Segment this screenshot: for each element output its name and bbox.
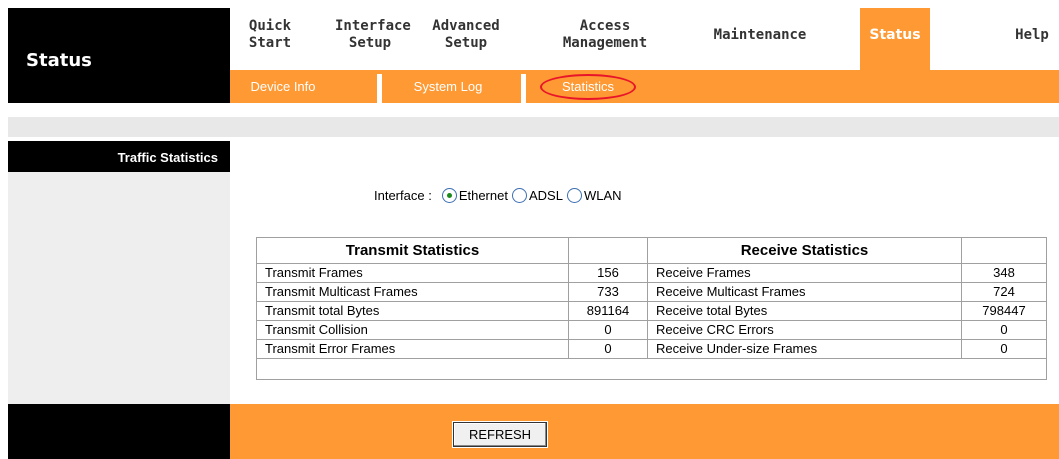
radio-wlan-label[interactable]: WLAN [584, 188, 622, 203]
tx-value: 733 [569, 283, 648, 301]
nav-status[interactable]: Status [860, 8, 930, 70]
subnav-device-info[interactable]: Device Info [238, 70, 328, 103]
nav-advanced-setup[interactable]: Advanced Setup [425, 8, 507, 70]
table-row: Transmit Multicast Frames 733 Receive Mu… [257, 283, 1046, 302]
rx-value: 348 [993, 265, 1015, 280]
interface-selector: Interface : Ethernet ADSL WLAN [374, 188, 622, 203]
statistics-table: Transmit Statistics Receive Statistics T… [256, 237, 1047, 380]
radio-wlan[interactable] [566, 188, 582, 203]
nav-interface-setup[interactable]: Interface Setup [335, 8, 411, 70]
table-row: Transmit Frames 156 Receive Frames 348 [257, 264, 1046, 283]
nav-advanced-setup-label: Advanced Setup [432, 18, 500, 51]
tx-value: 0 [569, 321, 648, 339]
sidebar-header: Traffic Statistics [8, 141, 230, 172]
tx-label: Transmit Multicast Frames [257, 283, 569, 301]
subnav-statistics-label: Statistics [561, 79, 614, 94]
header-brand-block: Status [8, 8, 230, 103]
subnav-system-log[interactable]: System Log [398, 70, 498, 103]
tx-label: Transmit Frames [257, 264, 569, 282]
tx-label: Transmit Collision [257, 321, 569, 339]
footer-bar [230, 404, 1059, 459]
rx-value: 798447 [982, 303, 1026, 318]
tx-label: Transmit Error Frames [257, 340, 569, 358]
table-header-row: Transmit Statistics Receive Statistics [257, 238, 1046, 264]
nav-maintenance[interactable]: Maintenance [700, 8, 820, 70]
rx-label: Receive CRC Errors [648, 321, 962, 339]
main-nav: Quick Start Interface Setup Advanced Set… [230, 8, 1059, 70]
tx-value: 0 [569, 340, 648, 358]
receive-header: Receive Statistics [648, 238, 962, 263]
subnav-divider [377, 74, 382, 103]
radio-ethernet-label[interactable]: Ethernet [459, 188, 508, 203]
rx-label: Receive Under-size Frames [648, 340, 962, 358]
transmit-value-header [569, 238, 648, 263]
nav-maintenance-label: Maintenance [713, 27, 807, 43]
page-title: Status [26, 50, 92, 71]
receive-value-header [962, 238, 1046, 263]
nav-help-label: Help [1015, 27, 1049, 43]
rx-label: Receive total Bytes [648, 302, 962, 320]
subnav-device-info-label: Device Info [250, 79, 316, 94]
nav-quick-start-label: Quick Start [248, 18, 292, 51]
subnav-system-log-label: System Log [413, 79, 483, 94]
radio-adsl-label[interactable]: ADSL [529, 188, 563, 203]
sidebar-panel [8, 172, 230, 404]
nav-access-management-label: Access Management [562, 18, 648, 51]
interface-label: Interface : [374, 188, 432, 203]
table-row: Transmit total Bytes 891164 Receive tota… [257, 302, 1046, 321]
nav-access-management[interactable]: Access Management [550, 8, 660, 70]
subnav-divider [521, 74, 526, 103]
rx-value: 724 [993, 284, 1015, 299]
tx-value: 891164 [569, 302, 648, 320]
rx-value: 0 [1000, 322, 1008, 337]
radio-adsl[interactable] [511, 188, 527, 203]
table-row: Transmit Error Frames 0 Receive Under-si… [257, 340, 1046, 359]
rx-label: Receive Frames [648, 264, 962, 282]
table-row: Transmit Collision 0 Receive CRC Errors … [257, 321, 1046, 340]
tx-label: Transmit total Bytes [257, 302, 569, 320]
nav-status-label: Status [869, 27, 921, 43]
rx-label: Receive Multicast Frames [648, 283, 962, 301]
nav-help[interactable]: Help [1005, 8, 1059, 70]
sub-nav: Device Info System Log Statistics [230, 70, 1059, 103]
footer-left-block [8, 404, 230, 459]
subnav-statistics[interactable]: Statistics [540, 74, 636, 100]
divider-band [8, 117, 1059, 137]
tx-value: 156 [569, 264, 648, 282]
refresh-button[interactable]: REFRESH [452, 421, 548, 448]
section-label: Traffic Statistics [117, 150, 218, 165]
rx-value: 0 [1000, 341, 1008, 356]
radio-ethernet[interactable] [441, 188, 457, 203]
transmit-header: Transmit Statistics [257, 238, 569, 263]
nav-quick-start[interactable]: Quick Start [244, 8, 296, 70]
nav-interface-setup-label: Interface Setup [335, 18, 411, 51]
